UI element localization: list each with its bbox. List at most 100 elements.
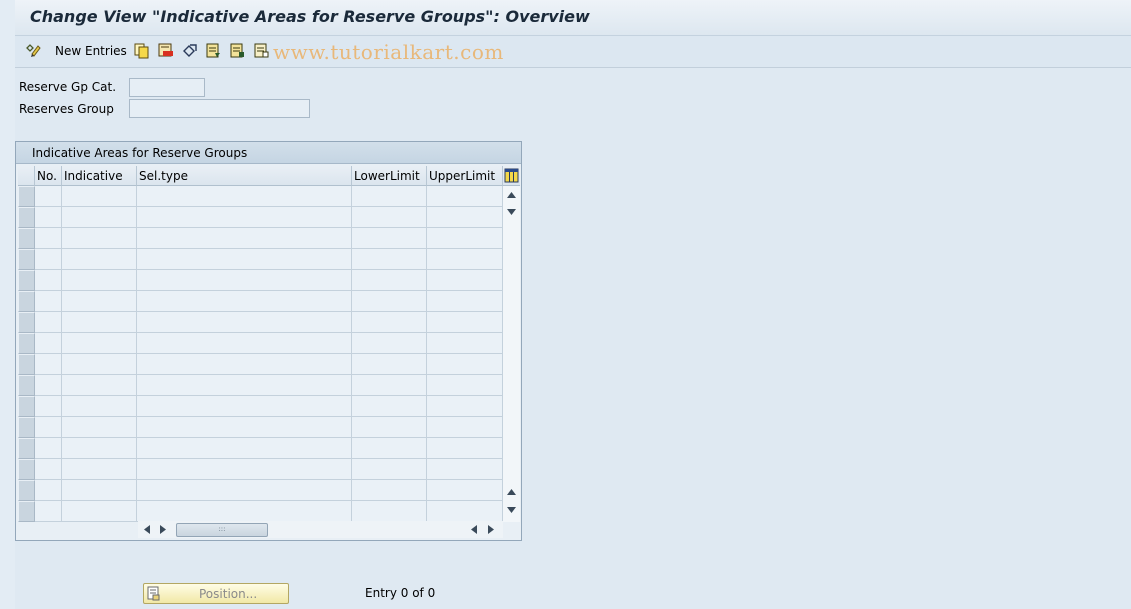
table-cell[interactable] (35, 480, 62, 501)
table-cell[interactable] (427, 375, 503, 396)
table-cell[interactable] (137, 249, 352, 270)
table-cell[interactable] (352, 312, 427, 333)
table-cell[interactable] (62, 291, 137, 312)
table-cell[interactable] (35, 249, 62, 270)
table-cell[interactable] (427, 438, 503, 459)
table-cell[interactable] (137, 438, 352, 459)
table-cell[interactable] (137, 312, 352, 333)
table-cell[interactable] (62, 354, 137, 375)
row-selector[interactable] (18, 228, 35, 249)
table-cell[interactable] (35, 459, 62, 480)
select-all-rows-header[interactable] (18, 166, 35, 186)
table-cell[interactable] (427, 396, 503, 417)
table-cell[interactable] (352, 354, 427, 375)
table-cell[interactable] (62, 480, 137, 501)
table-cell[interactable] (35, 270, 62, 291)
table-cell[interactable] (352, 186, 427, 207)
row-selector[interactable] (18, 186, 35, 207)
glasses-edit-icon[interactable] (25, 42, 42, 59)
table-cell[interactable] (62, 501, 137, 522)
table-cell[interactable] (427, 480, 503, 501)
row-selector[interactable] (18, 459, 35, 480)
table-cell[interactable] (62, 270, 137, 291)
table-cell[interactable] (62, 396, 137, 417)
table-cell[interactable] (35, 501, 62, 522)
table-cell[interactable] (352, 270, 427, 291)
scroll-end-right-icon[interactable] (488, 525, 494, 534)
new-entries-button[interactable]: New Entries (51, 42, 127, 60)
row-selector[interactable] (18, 417, 35, 438)
reserves-group-input[interactable] (129, 99, 310, 118)
scroll-page-down-icon[interactable] (507, 507, 516, 513)
table-cell[interactable] (35, 438, 62, 459)
table-cell[interactable] (352, 417, 427, 438)
table-cell[interactable] (427, 354, 503, 375)
table-cell[interactable] (427, 333, 503, 354)
table-cell[interactable] (427, 249, 503, 270)
table-cell[interactable] (352, 438, 427, 459)
table-cell[interactable] (427, 417, 503, 438)
table-cell[interactable] (62, 438, 137, 459)
table-cell[interactable] (62, 375, 137, 396)
table-cell[interactable] (35, 417, 62, 438)
scroll-left-icon[interactable] (144, 525, 150, 534)
table-cell[interactable] (137, 375, 352, 396)
table-cell[interactable] (137, 291, 352, 312)
table-cell[interactable] (427, 291, 503, 312)
column-header-indicative[interactable]: Indicative (62, 166, 137, 186)
table-cell[interactable] (352, 480, 427, 501)
scroll-end-left-icon[interactable] (471, 525, 477, 534)
table-cell[interactable] (35, 312, 62, 333)
table-cell[interactable] (137, 417, 352, 438)
table-cell[interactable] (137, 270, 352, 291)
table-cell[interactable] (35, 354, 62, 375)
table-cell[interactable] (35, 228, 62, 249)
position-button[interactable]: Position... (143, 583, 289, 604)
copy-icon[interactable] (133, 42, 150, 59)
horizontal-scroll-thumb[interactable]: ::: (176, 523, 268, 537)
table-cell[interactable] (35, 375, 62, 396)
table-cell[interactable] (352, 333, 427, 354)
table-cell[interactable] (35, 396, 62, 417)
row-selector[interactable] (18, 270, 35, 291)
table-cell[interactable] (62, 417, 137, 438)
select-all-icon[interactable] (205, 42, 222, 59)
table-cell[interactable] (427, 459, 503, 480)
table-cell[interactable] (352, 375, 427, 396)
delete-icon[interactable] (157, 42, 174, 59)
row-selector[interactable] (18, 354, 35, 375)
table-cell[interactable] (427, 270, 503, 291)
table-cell[interactable] (427, 228, 503, 249)
table-cell[interactable] (62, 312, 137, 333)
vertical-scrollbar[interactable] (503, 186, 520, 522)
table-cell[interactable] (352, 396, 427, 417)
undo-icon[interactable] (181, 42, 198, 59)
column-header-upperlimit[interactable]: UpperLimit (427, 166, 503, 186)
table-cell[interactable] (352, 228, 427, 249)
scroll-down-icon[interactable] (507, 209, 516, 215)
row-selector[interactable] (18, 312, 35, 333)
scroll-right-icon[interactable] (160, 525, 166, 534)
column-header-lowerlimit[interactable]: LowerLimit (352, 166, 427, 186)
table-cell[interactable] (352, 291, 427, 312)
horizontal-scrollbar[interactable]: ::: (138, 521, 503, 538)
table-cell[interactable] (137, 228, 352, 249)
table-cell[interactable] (137, 333, 352, 354)
row-selector[interactable] (18, 333, 35, 354)
row-selector[interactable] (18, 438, 35, 459)
table-cell[interactable] (35, 207, 62, 228)
table-cell[interactable] (137, 396, 352, 417)
table-cell[interactable] (137, 186, 352, 207)
table-cell[interactable] (137, 459, 352, 480)
table-cell[interactable] (352, 501, 427, 522)
table-cell[interactable] (137, 501, 352, 522)
row-selector[interactable] (18, 501, 35, 522)
table-cell[interactable] (62, 249, 137, 270)
deselect-all-icon[interactable] (253, 42, 270, 59)
table-cell[interactable] (62, 459, 137, 480)
table-cell[interactable] (35, 333, 62, 354)
table-cell[interactable] (62, 207, 137, 228)
row-selector[interactable] (18, 396, 35, 417)
table-cell[interactable] (62, 228, 137, 249)
row-selector[interactable] (18, 375, 35, 396)
